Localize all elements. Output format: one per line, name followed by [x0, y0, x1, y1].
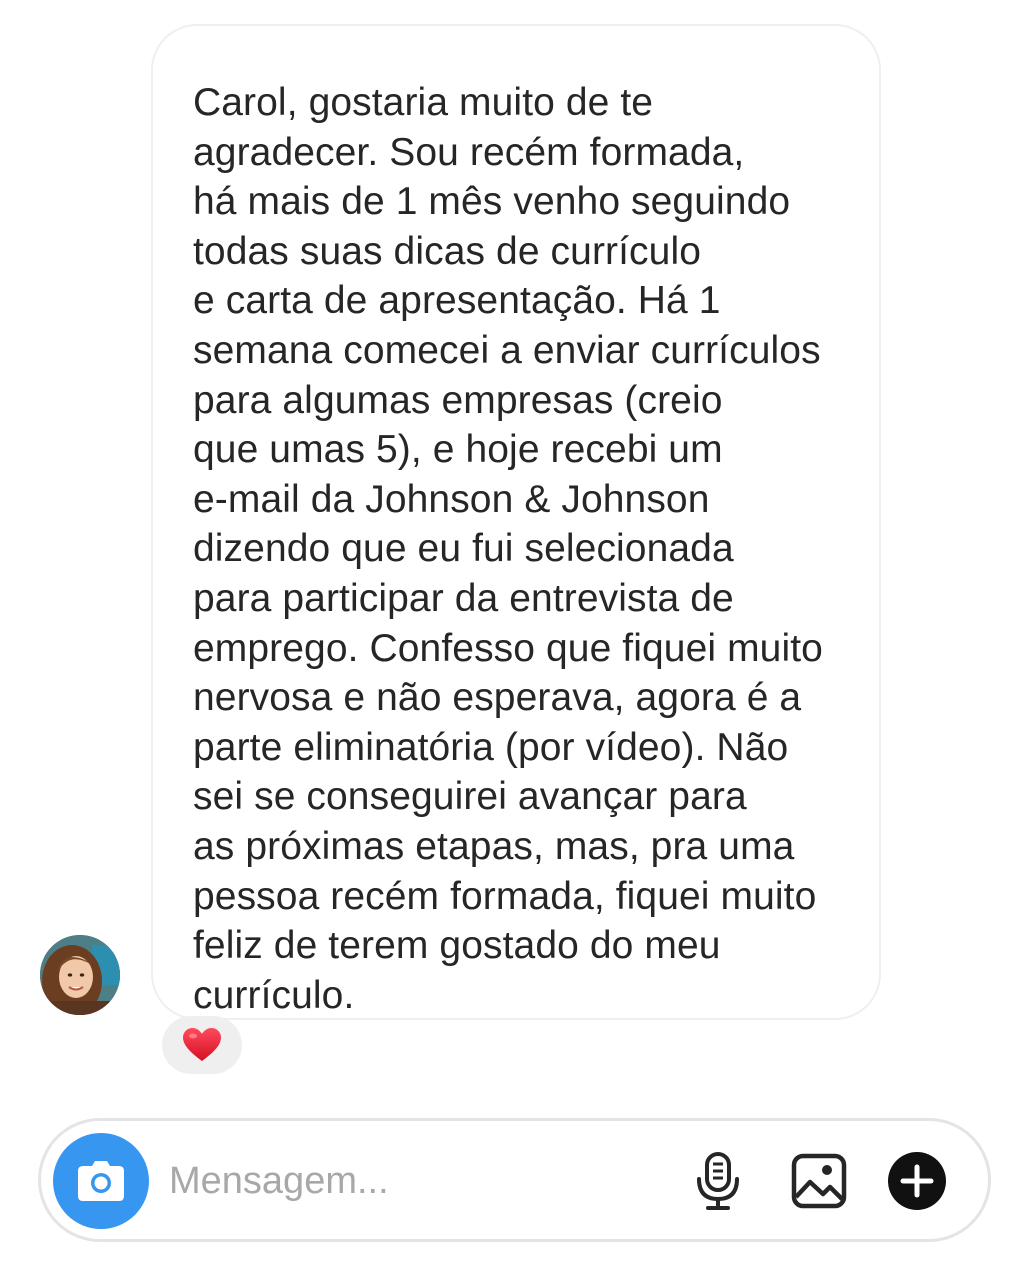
- message-input[interactable]: [169, 1145, 649, 1217]
- microphone-icon: [697, 1152, 739, 1210]
- plus-icon: [888, 1152, 946, 1210]
- chat-screen: Carol, gostaria muito de te agradecer. S…: [0, 0, 1029, 1280]
- message-row: Carol, gostaria muito de te agradecer. S…: [0, 0, 1029, 1080]
- message-text: Carol, gostaria muito de te agradecer. S…: [193, 81, 823, 1017]
- camera-icon: [78, 1161, 124, 1201]
- avatar[interactable]: [40, 935, 120, 1015]
- message-composer: [38, 1118, 991, 1242]
- add-button[interactable]: [887, 1151, 947, 1211]
- avatar-image: [40, 935, 120, 1015]
- heart-icon: [183, 1028, 221, 1061]
- gallery-icon: [791, 1153, 847, 1209]
- message-bubble[interactable]: Carol, gostaria muito de te agradecer. S…: [151, 24, 881, 1020]
- camera-button[interactable]: [53, 1133, 149, 1229]
- microphone-button[interactable]: [691, 1149, 745, 1213]
- reaction-badge[interactable]: [162, 1016, 242, 1074]
- gallery-button[interactable]: [789, 1151, 849, 1211]
